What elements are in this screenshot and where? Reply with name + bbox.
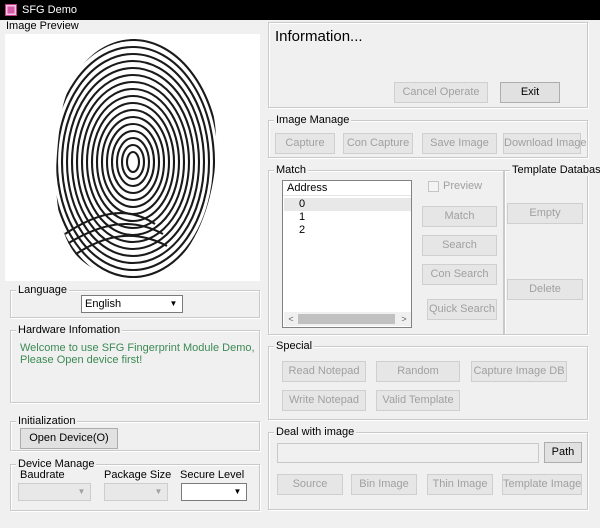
template-image-button[interactable]: Template Image [502, 474, 582, 495]
horizontal-scrollbar[interactable]: < > [284, 312, 411, 326]
language-select[interactable]: English ▼ [81, 295, 183, 313]
con-capture-button[interactable]: Con Capture [343, 133, 413, 154]
match-label: Match [274, 164, 308, 176]
capture-image-db-button[interactable]: Capture Image DB [471, 361, 567, 382]
address-column-header: Address [283, 181, 411, 196]
path-button[interactable]: Path [544, 442, 582, 463]
hardware-status-line1: Welcome to use SFG Fingerprint Module De… [20, 342, 255, 354]
delete-button[interactable]: Delete [507, 279, 583, 300]
fingerprint-image [56, 38, 217, 279]
address-list[interactable]: Address 0 1 2 < > [282, 180, 412, 328]
baudrate-label: Baudrate [20, 469, 65, 481]
preview-checkbox-label: Preview [443, 180, 483, 192]
list-item[interactable]: 0 [284, 198, 411, 211]
download-image-button[interactable]: Download Image [503, 133, 587, 154]
hardware-status-line2: Please Open device first! [20, 354, 143, 366]
random-button[interactable]: Random [376, 361, 460, 382]
image-preview [5, 34, 260, 281]
baudrate-select[interactable]: ▼ [18, 483, 91, 501]
list-item[interactable]: 2 [284, 224, 411, 237]
source-button[interactable]: Source [277, 474, 343, 495]
valid-template-button[interactable]: Valid Template [376, 390, 460, 411]
initialization-label: Initialization [16, 415, 78, 427]
search-button[interactable]: Search [422, 235, 497, 256]
window-title: SFG Demo [22, 4, 78, 16]
package-size-label: Package Size [104, 469, 172, 481]
language-value: English [85, 298, 122, 310]
capture-button[interactable]: Capture [275, 133, 335, 154]
open-device-button[interactable]: Open Device(O) [20, 428, 118, 449]
secure-level-label: Secure Level [180, 469, 245, 481]
cancel-operate-button[interactable]: Cancel Operate [394, 82, 488, 103]
save-image-button[interactable]: Save Image [422, 133, 497, 154]
empty-button[interactable]: Empty [507, 203, 583, 224]
match-button[interactable]: Match [422, 206, 497, 227]
read-notepad-button[interactable]: Read Notepad [282, 361, 366, 382]
chevron-down-icon: ▼ [77, 487, 86, 496]
image-preview-label: Image Preview [6, 20, 79, 32]
bin-image-button[interactable]: Bin Image [351, 474, 417, 495]
scroll-left-icon[interactable]: < [284, 312, 298, 326]
con-search-button[interactable]: Con Search [422, 264, 497, 285]
template-database-label: Template Database [510, 164, 600, 176]
exit-button[interactable]: Exit [500, 82, 560, 103]
language-label: Language [16, 284, 69, 296]
secure-level-select[interactable]: ▼ [181, 483, 247, 501]
scrollbar-thumb[interactable] [298, 314, 395, 324]
app-icon [5, 4, 17, 16]
chevron-down-icon: ▼ [154, 487, 163, 496]
chevron-down-icon: ▼ [233, 487, 242, 496]
special-label: Special [274, 340, 315, 352]
preview-checkbox[interactable] [428, 181, 439, 192]
scroll-right-icon[interactable]: > [397, 312, 411, 326]
information-title: Information... [275, 28, 363, 45]
hardware-info-label: Hardware Infomation [16, 324, 123, 336]
list-item[interactable]: 1 [284, 211, 411, 224]
path-input[interactable] [277, 443, 539, 463]
deal-with-image-label: Deal with image [274, 426, 357, 438]
package-size-select[interactable]: ▼ [104, 483, 168, 501]
chevron-down-icon: ▼ [169, 299, 178, 308]
title-bar: SFG Demo [0, 0, 600, 20]
thin-image-button[interactable]: Thin Image [427, 474, 493, 495]
quick-search-button[interactable]: Quick Search [427, 299, 497, 320]
hardware-info-group: Hardware Infomation [10, 324, 260, 403]
template-database-group: Template Database [504, 164, 600, 335]
write-notepad-button[interactable]: Write Notepad [282, 390, 366, 411]
image-manage-label: Image Manage [274, 114, 352, 126]
